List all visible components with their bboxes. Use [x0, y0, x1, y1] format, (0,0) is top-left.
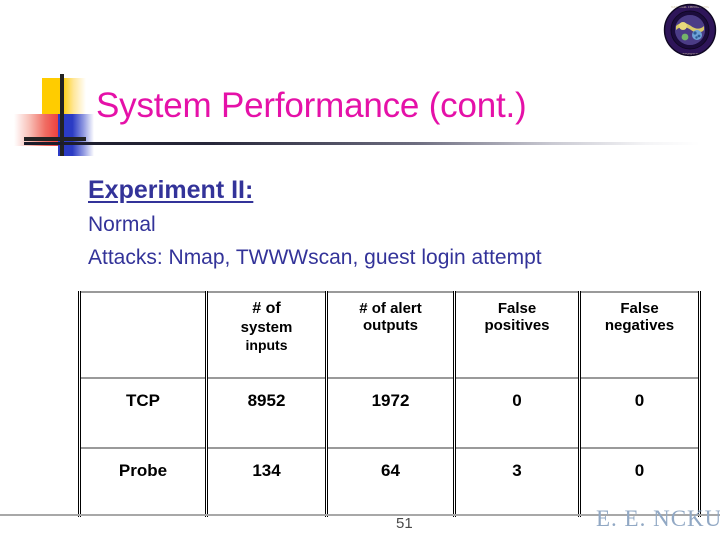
row-label-tcp: TCP — [78, 377, 208, 448]
cell-probe-false-positives: 3 — [453, 447, 581, 517]
header-line: inputs — [245, 336, 288, 353]
cell-probe-system-inputs: 134 — [205, 447, 328, 517]
title-divider-rule — [24, 142, 700, 145]
traffic-normal-label: Normal — [88, 213, 156, 236]
motif-yellow-square — [42, 78, 86, 114]
cell-tcp-false-negatives: 0 — [578, 377, 701, 448]
header-line: # of alert — [359, 300, 422, 317]
cell-probe-alert-outputs: 64 — [325, 447, 456, 517]
slide-title: System Performance (cont.) — [96, 86, 527, 125]
cell-tcp-false-positives: 0 — [453, 377, 581, 448]
footer-watermark: E. E. NCKU — [596, 506, 720, 531]
motif-horizontal-bar — [24, 137, 86, 141]
header-cell-system-inputs: # of system inputs — [205, 291, 328, 378]
header-line: positives — [484, 317, 550, 335]
header-line: # of — [252, 300, 281, 317]
row-label-probe: Probe — [78, 447, 208, 517]
header-cell-alert-outputs: # of alert outputs — [325, 291, 456, 378]
table-header-row: # of system inputs # of alert outputs Fa… — [78, 291, 701, 378]
performance-results-table: # of system inputs # of alert outputs Fa… — [78, 291, 701, 517]
experiment-heading: Experiment II: — [88, 176, 254, 204]
traffic-attacks-label: Attacks: Nmap, TWWWscan, guest login att… — [88, 246, 542, 269]
cell-tcp-alert-outputs: 1972 — [325, 377, 456, 448]
header-cell-false-negatives: False negatives — [578, 291, 701, 378]
header-line: system — [240, 318, 293, 336]
header-cell-false-positives: False positives — [453, 291, 581, 378]
header-line: False — [620, 300, 659, 317]
header-line: outputs — [363, 317, 418, 335]
header-line: negatives — [604, 317, 675, 335]
table-row: TCP 8952 1972 0 0 — [78, 377, 701, 448]
page-number: 51 — [396, 515, 413, 532]
header-cell-blank — [78, 291, 208, 378]
cell-tcp-system-inputs: 8952 — [205, 377, 328, 448]
header-line: False — [497, 300, 537, 317]
university-seal-logo: NATIONAL CHENG KUNG UNIVERSITY — [663, 2, 717, 58]
